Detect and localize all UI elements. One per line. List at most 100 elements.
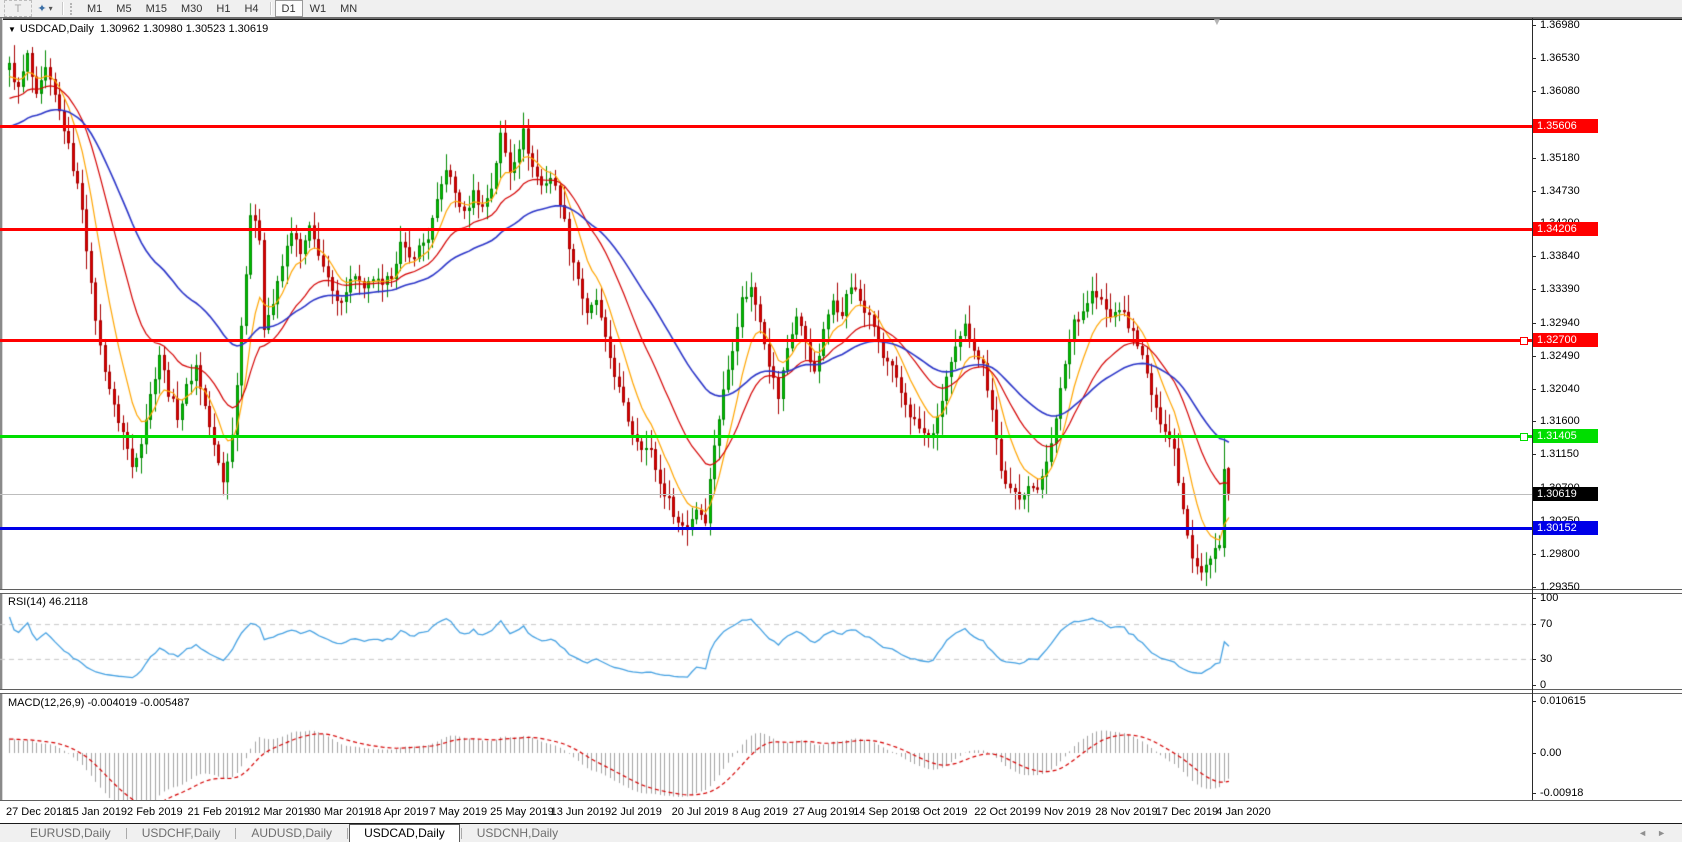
price-tick-label: 1.32940 [1540,316,1580,329]
date-label: 4 Jan 2020 [1216,806,1271,818]
price-tick-label: 1.35180 [1540,151,1580,164]
chart-tab-usdchf[interactable]: USDCHF,Daily [128,825,235,842]
main-chart-canvas[interactable] [0,18,1532,589]
chevron-down-icon: ▾ [48,4,53,13]
date-label: 2 Jul 2019 [611,806,662,818]
toolbar-separator [269,2,271,15]
horizontal-level-line[interactable] [0,339,1532,343]
tab-scroll-right-icon[interactable]: ► [1657,828,1676,838]
date-axis[interactable]: 27 Dec 2018 15 Jan 2019 2 Feb 2019 21 Feb 2… [0,800,1682,823]
rsi-indicator-label: RSI(14) 46.2118 [8,596,88,608]
price-tick-label: 1.31600 [1540,415,1580,428]
timeframe-button-m15[interactable]: M15 [139,1,174,16]
date-label: 25 May 2019 [490,806,554,818]
timeframe-button-mn[interactable]: MN [333,1,364,16]
toolbar: T ✦ ▾ M1 M5 M15 M30 H1 H4 D1 W1 MN [0,0,1682,18]
price-tick-mark [1532,388,1536,390]
date-label: 15 Jan 2019 [66,806,128,818]
price-tick-mark [1532,322,1536,324]
tab-bar: EURUSD,Daily USDCHF,Daily AUDUSD,Daily USDC… [0,824,1682,842]
timeframe-button-h1[interactable]: H1 [209,1,237,16]
macd-tick-mark [1532,700,1536,702]
date-label: 8 Aug 2019 [732,806,788,818]
panel-splitter[interactable] [0,589,1682,594]
date-label: 18 Apr 2019 [369,806,429,818]
chart-tab-audusd[interactable]: AUDUSD,Daily [237,825,346,842]
date-label: 3 Oct 2019 [913,806,968,818]
date-label: 27 Aug 2019 [792,806,855,818]
date-label: 17 Dec 2019 [1155,806,1219,818]
price-tick-mark [1532,587,1536,588]
price-tick-label: 1.32490 [1540,349,1580,362]
application-window: T ✦ ▾ M1 M5 M15 M30 H1 H4 D1 W1 MN ▼ ▼ USDCAD,Dai… [0,0,1682,842]
price-tick-mark [1532,256,1536,258]
macd-canvas[interactable] [0,692,1532,800]
price-tick-label: 1.32040 [1540,382,1580,395]
timeframe-button-m1[interactable]: M1 [80,1,109,16]
level-price-badge: 1.32700 [1533,333,1598,348]
level-price-badge: 1.35606 [1533,119,1598,134]
rsi-canvas[interactable] [0,592,1532,689]
level-price-badge: 1.31405 [1533,428,1598,443]
horizontal-level-line[interactable] [0,125,1532,129]
toolbar-grip[interactable] [70,2,77,15]
current-price-line [0,493,1532,495]
timeframe-button-h4[interactable]: H4 [237,1,265,16]
price-tick-mark [1532,421,1536,423]
date-label: 14 Sep 2019 [853,806,916,818]
price-tick-mark [1532,454,1536,456]
tab-scroll-left-icon[interactable]: ◄ [1638,828,1657,838]
tab-separator [347,828,349,839]
collapse-icon[interactable]: ▼ [8,25,16,34]
price-tick-mark [1532,190,1536,192]
date-label: 30 Mar 2019 [308,806,371,818]
rsi-tick-mark [1532,598,1536,599]
timeframe-button-d1[interactable]: D1 [274,0,303,17]
text-tool-icon: T [14,2,22,15]
price-tick-label: 1.33840 [1540,250,1580,263]
date-label: 28 Nov 2019 [1095,806,1158,818]
tile-windows-button[interactable]: ✦ ▾ [32,1,58,16]
level-line-handle[interactable] [1520,432,1528,441]
rsi-tick-label: 100 [1540,592,1559,604]
price-tick-mark [1532,553,1536,555]
timeframe-button-group: M1 M5 M15 M30 H1 H4 D1 W1 MN [80,0,364,17]
horizontal-level-line[interactable] [0,526,1532,530]
timeframe-button-m5[interactable]: M5 [109,1,138,16]
horizontal-level-line[interactable] [0,228,1532,232]
rsi-tick-label: 30 [1540,652,1553,665]
date-label: 21 Feb 2019 [187,806,250,818]
price-tick-mark [1532,355,1536,357]
date-label: 20 Jul 2019 [671,806,729,818]
horizontal-level-line[interactable] [0,434,1532,438]
date-label: 27 Dec 2018 [6,806,69,818]
price-tick-mark [1532,58,1536,60]
tab-separator [460,828,462,839]
chart-ohlc-values: 1.30962 1.30980 1.30523 1.30619 [100,23,269,35]
panel-splitter[interactable] [0,689,1682,694]
chart-tab-usdcad[interactable]: USDCAD,Daily [349,824,460,842]
current-price-badge: 1.30619 [1533,486,1598,501]
tab-separator [125,828,127,839]
level-price-badge: 1.34206 [1533,222,1598,237]
macd-indicator-label: MACD(12,26,9) -0.004019 -0.005487 [8,697,190,709]
date-label: 7 May 2019 [429,806,488,818]
price-tick-mark [1532,91,1536,93]
price-tick-label: 1.36080 [1540,85,1580,98]
level-line-handle[interactable] [1520,337,1528,346]
rsi-tick-mark [1532,685,1536,686]
rsi-tick-label: 0 [1540,679,1547,691]
timeframe-button-m30[interactable]: M30 [174,1,209,16]
price-tick-label: 1.29800 [1540,547,1580,560]
date-label: 2 Feb 2019 [127,806,183,818]
chart-tab-usdcnh[interactable]: USDCNH,Daily [463,825,572,842]
date-label: 22 Oct 2019 [974,806,1035,818]
level-price-badge: 1.30152 [1533,520,1598,535]
chart-tab-eurusd[interactable]: EURUSD,Daily [16,825,125,842]
date-label: 13 Jun 2019 [550,806,612,818]
text-tool-button[interactable]: T [4,0,32,17]
tile-windows-icon: ✦ [37,3,47,15]
rsi-tick-mark [1532,658,1536,660]
timeframe-button-w1[interactable]: W1 [303,1,334,16]
price-tick-label: 1.31150 [1540,448,1579,461]
